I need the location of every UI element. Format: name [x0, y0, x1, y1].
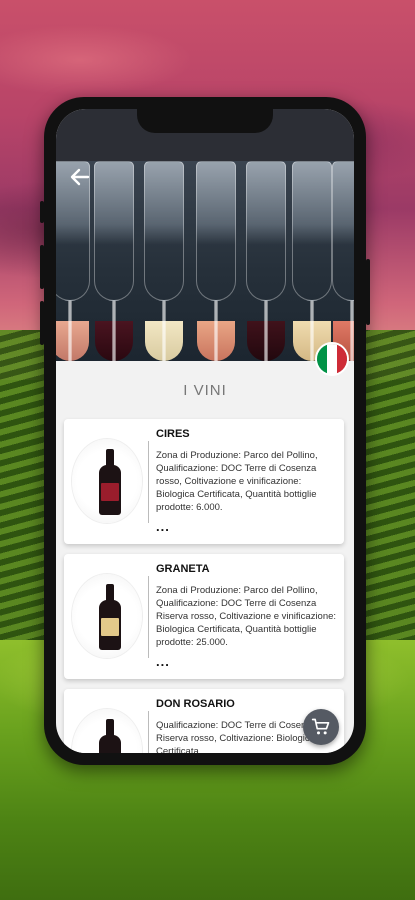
phone-volume-up-button	[40, 245, 44, 289]
card-divider	[148, 576, 149, 658]
app-screen: I VINI CIRES Zona di Produzione: Parco d…	[56, 109, 354, 753]
wine-name: CIRES	[156, 428, 190, 440]
wine-card-don-rosario[interactable]: DON ROSARIO Qualificazione: DOC Terre di…	[64, 689, 344, 753]
phone-frame: I VINI CIRES Zona di Produzione: Parco d…	[40, 97, 370, 765]
wine-description: Zona di Produzione: Parco del Pollino, Q…	[156, 450, 318, 513]
shopping-cart-icon	[311, 718, 330, 735]
wine-name: GRANETA	[156, 563, 210, 575]
card-divider	[148, 711, 149, 753]
wine-bottle-icon	[99, 449, 121, 515]
phone-mute-button	[40, 201, 44, 223]
hero-image-wine-glasses	[56, 161, 354, 361]
glass-illustration	[246, 161, 286, 361]
back-arrow-icon	[70, 168, 90, 186]
more-indicator[interactable]: ...	[156, 654, 170, 669]
more-indicator[interactable]: ...	[156, 519, 170, 534]
wine-card-graneta[interactable]: GRANETA Zona di Produzione: Parco del Po…	[64, 554, 344, 679]
wine-bottle-icon	[99, 584, 121, 650]
phone-notch	[137, 109, 273, 133]
glass-illustration	[144, 161, 184, 361]
glass-illustration	[94, 161, 134, 361]
glass-illustration	[332, 161, 354, 361]
wine-description: Zona di Produzione: Parco del Pollino, Q…	[156, 585, 337, 648]
italy-flag-icon	[317, 344, 327, 374]
wine-bottle-icon	[99, 719, 121, 753]
language-flag-button[interactable]	[315, 342, 349, 376]
glass-illustration	[196, 161, 236, 361]
back-button[interactable]	[62, 159, 98, 195]
wine-card-cires[interactable]: CIRES Zona di Produzione: Parco del Poll…	[64, 419, 344, 544]
phone-volume-down-button	[40, 301, 44, 345]
cart-button[interactable]	[303, 709, 339, 745]
wine-name: DON ROSARIO	[156, 698, 235, 710]
card-divider	[148, 441, 149, 523]
section-title: I VINI	[183, 382, 227, 399]
phone-power-button	[366, 259, 370, 325]
glass-illustration	[292, 161, 332, 361]
wine-list: CIRES Zona di Produzione: Parco del Poll…	[64, 419, 344, 753]
